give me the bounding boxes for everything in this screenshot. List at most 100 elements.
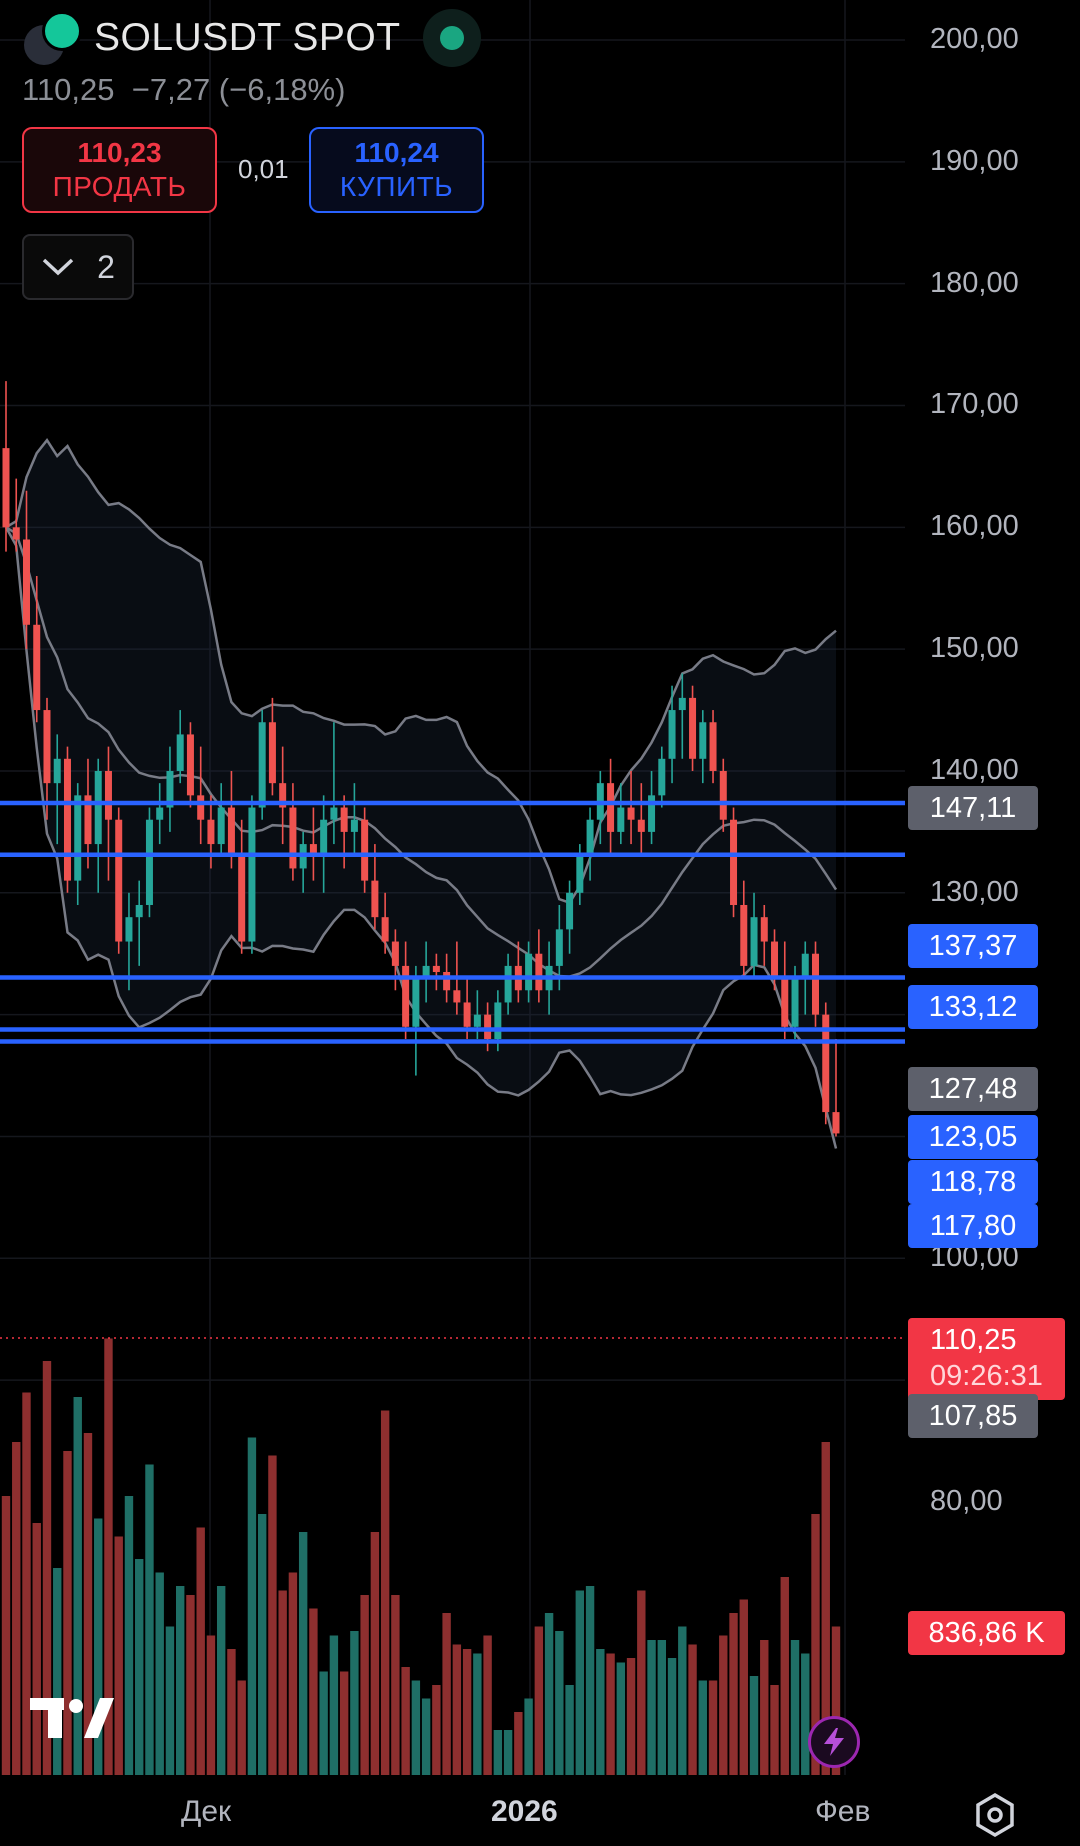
tradingview-logo-icon[interactable] xyxy=(28,1694,116,1742)
volume-bar xyxy=(339,1671,349,1775)
candle-body xyxy=(576,856,584,893)
chevron-down-icon xyxy=(42,258,74,276)
candle-body xyxy=(340,807,348,832)
candle xyxy=(115,807,123,954)
price-chart[interactable] xyxy=(0,0,1080,1846)
buy-button[interactable]: 110,24 КУПИТЬ xyxy=(309,127,484,213)
volume-bar xyxy=(124,1496,134,1775)
candle-body xyxy=(12,527,20,540)
volume-bar xyxy=(585,1586,595,1775)
candle-body xyxy=(248,807,256,942)
market-status-indicator[interactable] xyxy=(422,9,481,67)
level-tag-3: 123,05 xyxy=(908,1115,1038,1159)
volume-bar xyxy=(575,1590,585,1775)
candle-body xyxy=(186,734,194,796)
candle-body xyxy=(771,941,779,979)
volume-bar xyxy=(514,1712,523,1775)
volume-bar xyxy=(442,1613,451,1775)
symbol-title[interactable]: SOLUSDT SPOT xyxy=(94,16,401,60)
volume-bar xyxy=(801,1653,810,1775)
candle-body xyxy=(22,539,30,625)
sell-price: 110,23 xyxy=(77,137,162,168)
level-tag-2: 133,12 xyxy=(908,985,1038,1029)
volume-bar xyxy=(370,1532,380,1775)
candle-body xyxy=(791,978,799,1027)
volume-bar xyxy=(237,1680,246,1775)
volume-bar xyxy=(483,1635,492,1775)
volume-bar xyxy=(688,1644,697,1775)
candle-body xyxy=(730,819,738,905)
volume-bar xyxy=(135,1559,144,1775)
time-label-feb: Фев xyxy=(815,1795,871,1828)
level-tag-4: 118,78 xyxy=(908,1160,1038,1204)
time-label-year: 2026 xyxy=(491,1795,558,1828)
volume-bar xyxy=(534,1626,544,1775)
volume-bar xyxy=(145,1464,154,1775)
volume-bar xyxy=(257,1514,267,1775)
candle-body xyxy=(135,904,143,918)
volume-bar xyxy=(227,1649,236,1775)
candle-body xyxy=(238,856,246,942)
buy-price: 110,24 xyxy=(354,137,439,168)
candle-body xyxy=(484,1014,492,1040)
volume-bar xyxy=(298,1532,308,1775)
lightning-button[interactable] xyxy=(808,1716,860,1768)
candle xyxy=(689,685,697,771)
volume-bar xyxy=(790,1640,800,1775)
candle-body xyxy=(156,807,164,820)
candle-body xyxy=(781,978,789,1027)
candle-body xyxy=(494,1002,502,1040)
volume-bar xyxy=(565,1685,574,1775)
indicators-toggle-button[interactable]: 2 xyxy=(22,234,134,300)
volume-bar xyxy=(626,1658,636,1775)
candle-body xyxy=(443,971,451,991)
candle-body xyxy=(43,710,51,784)
chart-settings-icon[interactable] xyxy=(972,1792,1018,1838)
volume-bar xyxy=(411,1680,421,1775)
candle-body xyxy=(227,807,235,857)
volume-bar xyxy=(555,1631,564,1775)
volume-bar xyxy=(421,1698,431,1775)
volume-bar xyxy=(380,1410,390,1775)
level-tag-5: 117,80 xyxy=(908,1204,1038,1248)
candle-body xyxy=(391,941,399,966)
sell-button[interactable]: 110,23 ПРОДАТЬ xyxy=(22,127,217,213)
volume-bar xyxy=(12,1442,21,1775)
candle-body xyxy=(381,917,389,942)
volume-bar xyxy=(268,1455,277,1775)
candle-body xyxy=(74,795,82,881)
candle-body xyxy=(463,1002,471,1027)
volume-bar xyxy=(606,1653,615,1775)
candle-body xyxy=(801,953,809,979)
price-change-line: 110,25 −7,27 (−6,18%) xyxy=(22,72,346,107)
volume-bar xyxy=(637,1590,646,1775)
price-axis-label: 180,00 xyxy=(930,266,1019,299)
candle-body xyxy=(586,819,594,857)
candle-body xyxy=(53,758,61,784)
candle-body xyxy=(832,1112,840,1134)
volume-bar xyxy=(360,1595,369,1775)
candle-body xyxy=(145,819,153,905)
volume-bar xyxy=(175,1586,185,1775)
symbol-header[interactable]: SOLUSDT SPOT xyxy=(22,9,481,67)
indicators-count: 2 xyxy=(97,248,115,285)
volume-bars xyxy=(1,1338,841,1775)
volume-bar xyxy=(760,1640,769,1775)
candle xyxy=(248,795,256,954)
volume-bar xyxy=(616,1662,626,1775)
volume-tag: 836,86 K xyxy=(908,1611,1065,1655)
candle-body xyxy=(525,953,533,991)
volume-bar xyxy=(391,1595,400,1775)
volume-bar xyxy=(780,1577,789,1775)
candle-body xyxy=(750,917,758,966)
candle-body xyxy=(197,795,205,820)
volume-bar xyxy=(186,1595,195,1775)
volume-bar xyxy=(462,1649,472,1775)
volume-bar xyxy=(708,1680,718,1775)
price-axis-label: 170,00 xyxy=(930,388,1019,421)
volume-bar xyxy=(247,1437,257,1775)
current-price-value: 110,25 xyxy=(930,1324,1017,1356)
volume-bar xyxy=(503,1730,513,1775)
price-axis-label: 140,00 xyxy=(930,753,1019,786)
candle-body xyxy=(812,953,820,1015)
